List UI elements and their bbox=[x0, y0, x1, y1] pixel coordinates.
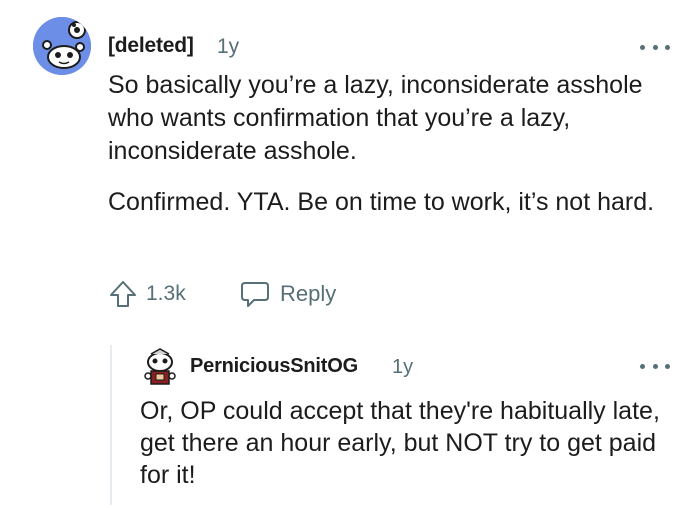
comment-timestamp: 1y bbox=[217, 35, 240, 58]
vote-group: 1.3k bbox=[108, 278, 186, 310]
reply-label: Reply bbox=[280, 281, 337, 306]
comment-paragraph: Confirmed. YTA. Be on time to work, it’s… bbox=[108, 188, 655, 216]
speech-bubble-icon bbox=[241, 282, 269, 307]
reply-author[interactable]: PerniciousSnitOG bbox=[190, 355, 358, 378]
avatar[interactable] bbox=[33, 17, 91, 75]
snoo-avatar-icon bbox=[33, 17, 91, 75]
reply-body: Or, OP could accept that they're habitua… bbox=[140, 397, 660, 489]
comment-author[interactable]: [deleted] bbox=[108, 34, 194, 58]
reply-button[interactable]: Reply bbox=[240, 278, 336, 310]
vote-count: 1.3k bbox=[146, 282, 186, 305]
thread-line[interactable] bbox=[110, 345, 112, 505]
reply-avatar[interactable] bbox=[142, 348, 178, 386]
comment-paragraph: So basically you’re a lazy, inconsiderat… bbox=[108, 71, 643, 165]
reply-timestamp: 1y bbox=[392, 356, 414, 378]
more-dots-icon[interactable] bbox=[640, 43, 670, 51]
more-dots-icon[interactable] bbox=[640, 362, 670, 370]
upvote-arrow-icon[interactable] bbox=[108, 279, 138, 309]
snoo-avatar-icon bbox=[144, 348, 176, 385]
